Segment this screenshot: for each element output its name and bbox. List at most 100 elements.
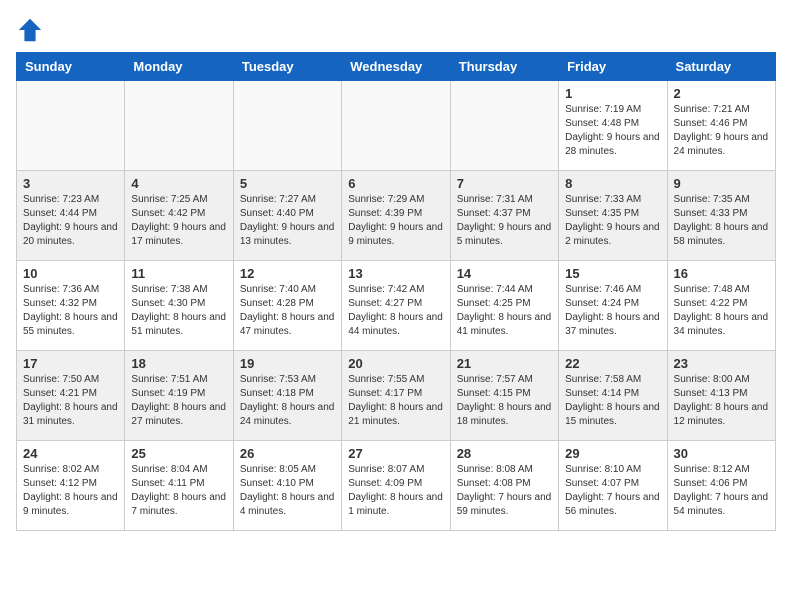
day-info: Sunrise: 7:35 AM Sunset: 4:33 PM Dayligh… [674, 193, 769, 249]
day-number: 30 [674, 446, 769, 461]
calendar-cell [450, 81, 558, 171]
day-info: Sunrise: 7:19 AM Sunset: 4:48 PM Dayligh… [565, 103, 660, 159]
day-number: 5 [240, 176, 335, 191]
day-info: Sunrise: 7:25 AM Sunset: 4:42 PM Dayligh… [131, 193, 226, 249]
column-header-wednesday: Wednesday [342, 53, 450, 81]
calendar-cell: 10Sunrise: 7:36 AM Sunset: 4:32 PM Dayli… [17, 261, 125, 351]
day-info: Sunrise: 7:58 AM Sunset: 4:14 PM Dayligh… [565, 373, 660, 429]
day-info: Sunrise: 8:08 AM Sunset: 4:08 PM Dayligh… [457, 463, 552, 519]
day-info: Sunrise: 7:42 AM Sunset: 4:27 PM Dayligh… [348, 283, 443, 339]
day-info: Sunrise: 8:02 AM Sunset: 4:12 PM Dayligh… [23, 463, 118, 519]
calendar-cell: 17Sunrise: 7:50 AM Sunset: 4:21 PM Dayli… [17, 351, 125, 441]
calendar-cell: 14 Sunrise: 7:44 AM Sunset: 4:25 PM Dayli… [450, 261, 558, 351]
calendar-cell: 23 Sunrise: 8:00 AM Sunset: 4:13 PM Dayli… [667, 351, 775, 441]
calendar-cell: 8Sunrise: 7:33 AM Sunset: 4:35 PM Daylig… [559, 171, 667, 261]
day-info: Sunrise: 7:40 AM Sunset: 4:28 PM Dayligh… [240, 283, 335, 339]
calendar-cell [125, 81, 233, 171]
page-header [16, 16, 776, 44]
calendar-cell: 26 Sunrise: 8:05 AM Sunset: 4:10 PM Dayli… [233, 441, 341, 531]
calendar-cell [233, 81, 341, 171]
day-info: Sunrise: 7:23 AM Sunset: 4:44 PM Dayligh… [23, 193, 118, 249]
day-info: Sunrise: 8:00 AM Sunset: 4:13 PM Dayligh… [674, 373, 769, 429]
day-number: 28 [457, 446, 552, 461]
calendar-cell: 1 Sunrise: 7:19 AM Sunset: 4:48 PM Daylig… [559, 81, 667, 171]
day-number: 19 [240, 356, 335, 371]
calendar-cell: 13 Sunrise: 7:42 AM Sunset: 4:27 PM Dayli… [342, 261, 450, 351]
day-info: Sunrise: 7:27 AM Sunset: 4:40 PM Dayligh… [240, 193, 335, 249]
calendar-cell: 19 Sunrise: 7:53 AM Sunset: 4:18 PM Dayli… [233, 351, 341, 441]
calendar-cell: 16 Sunrise: 7:48 AM Sunset: 4:22 PM Dayli… [667, 261, 775, 351]
column-header-monday: Monday [125, 53, 233, 81]
day-number: 11 [131, 266, 226, 281]
day-number: 7 [457, 176, 552, 191]
day-info: Sunrise: 7:36 AM Sunset: 4:32 PM Dayligh… [23, 283, 118, 339]
day-number: 3 [23, 176, 118, 191]
day-number: 26 [240, 446, 335, 461]
day-info: Sunrise: 7:38 AM Sunset: 4:30 PM Dayligh… [131, 283, 226, 339]
calendar-header-row: SundayMondayTuesdayWednesdayThursdayFrid… [17, 53, 776, 81]
day-info: Sunrise: 8:12 AM Sunset: 4:06 PM Dayligh… [674, 463, 769, 519]
calendar-cell: 4 Sunrise: 7:25 AM Sunset: 4:42 PM Daylig… [125, 171, 233, 261]
day-info: Sunrise: 8:04 AM Sunset: 4:11 PM Dayligh… [131, 463, 226, 519]
calendar-cell: 3 Sunrise: 7:23 AM Sunset: 4:44 PM Daylig… [17, 171, 125, 261]
day-info: Sunrise: 7:50 AM Sunset: 4:21 PM Dayligh… [23, 373, 118, 429]
day-number: 2 [674, 86, 769, 101]
calendar-cell: 2 Sunrise: 7:21 AM Sunset: 4:46 PM Daylig… [667, 81, 775, 171]
calendar-cell: 28 Sunrise: 8:08 AM Sunset: 4:08 PM Dayli… [450, 441, 558, 531]
day-number: 13 [348, 266, 443, 281]
calendar-cell: 6 Sunrise: 7:29 AM Sunset: 4:39 PM Daylig… [342, 171, 450, 261]
day-info: Sunrise: 8:10 AM Sunset: 4:07 PM Dayligh… [565, 463, 660, 519]
calendar-cell: 15 Sunrise: 7:46 AM Sunset: 4:24 PM Dayli… [559, 261, 667, 351]
day-info: Sunrise: 8:07 AM Sunset: 4:09 PM Dayligh… [348, 463, 443, 519]
calendar-cell: 20Sunrise: 7:55 AM Sunset: 4:17 PM Dayli… [342, 351, 450, 441]
day-info: Sunrise: 7:33 AM Sunset: 4:35 PM Dayligh… [565, 193, 660, 249]
day-info: Sunrise: 7:44 AM Sunset: 4:25 PM Dayligh… [457, 283, 552, 339]
column-header-saturday: Saturday [667, 53, 775, 81]
logo-icon [16, 16, 44, 44]
day-number: 27 [348, 446, 443, 461]
calendar-week-row: 10Sunrise: 7:36 AM Sunset: 4:32 PM Dayli… [17, 261, 776, 351]
calendar-cell: 22 Sunrise: 7:58 AM Sunset: 4:14 PM Dayli… [559, 351, 667, 441]
calendar-cell [342, 81, 450, 171]
calendar-week-row: 24 Sunrise: 8:02 AM Sunset: 4:12 PM Dayli… [17, 441, 776, 531]
day-info: Sunrise: 7:53 AM Sunset: 4:18 PM Dayligh… [240, 373, 335, 429]
calendar-cell: 30 Sunrise: 8:12 AM Sunset: 4:06 PM Dayli… [667, 441, 775, 531]
day-number: 1 [565, 86, 660, 101]
day-number: 25 [131, 446, 226, 461]
calendar-cell: 25 Sunrise: 8:04 AM Sunset: 4:11 PM Dayli… [125, 441, 233, 531]
calendar-cell: 7 Sunrise: 7:31 AM Sunset: 4:37 PM Daylig… [450, 171, 558, 261]
calendar-cell: 12 Sunrise: 7:40 AM Sunset: 4:28 PM Dayli… [233, 261, 341, 351]
day-number: 15 [565, 266, 660, 281]
day-number: 23 [674, 356, 769, 371]
calendar-cell: 9 Sunrise: 7:35 AM Sunset: 4:33 PM Daylig… [667, 171, 775, 261]
day-info: Sunrise: 7:46 AM Sunset: 4:24 PM Dayligh… [565, 283, 660, 339]
logo [16, 16, 46, 44]
day-number: 20 [348, 356, 443, 371]
calendar-cell: 5 Sunrise: 7:27 AM Sunset: 4:40 PM Daylig… [233, 171, 341, 261]
day-info: Sunrise: 8:05 AM Sunset: 4:10 PM Dayligh… [240, 463, 335, 519]
column-header-friday: Friday [559, 53, 667, 81]
day-number: 4 [131, 176, 226, 191]
day-info: Sunrise: 7:29 AM Sunset: 4:39 PM Dayligh… [348, 193, 443, 249]
column-header-tuesday: Tuesday [233, 53, 341, 81]
calendar-cell [17, 81, 125, 171]
day-number: 18 [131, 356, 226, 371]
day-info: Sunrise: 7:31 AM Sunset: 4:37 PM Dayligh… [457, 193, 552, 249]
column-header-thursday: Thursday [450, 53, 558, 81]
day-info: Sunrise: 7:51 AM Sunset: 4:19 PM Dayligh… [131, 373, 226, 429]
calendar-cell: 21Sunrise: 7:57 AM Sunset: 4:15 PM Dayli… [450, 351, 558, 441]
calendar-cell: 24 Sunrise: 8:02 AM Sunset: 4:12 PM Dayli… [17, 441, 125, 531]
calendar-week-row: 1 Sunrise: 7:19 AM Sunset: 4:48 PM Daylig… [17, 81, 776, 171]
day-info: Sunrise: 7:21 AM Sunset: 4:46 PM Dayligh… [674, 103, 769, 159]
day-number: 14 [457, 266, 552, 281]
day-number: 22 [565, 356, 660, 371]
day-number: 16 [674, 266, 769, 281]
day-number: 12 [240, 266, 335, 281]
day-number: 24 [23, 446, 118, 461]
calendar-table: SundayMondayTuesdayWednesdayThursdayFrid… [16, 52, 776, 531]
day-info: Sunrise: 7:57 AM Sunset: 4:15 PM Dayligh… [457, 373, 552, 429]
day-info: Sunrise: 7:48 AM Sunset: 4:22 PM Dayligh… [674, 283, 769, 339]
day-number: 6 [348, 176, 443, 191]
calendar-cell: 11 Sunrise: 7:38 AM Sunset: 4:30 PM Dayli… [125, 261, 233, 351]
day-number: 9 [674, 176, 769, 191]
